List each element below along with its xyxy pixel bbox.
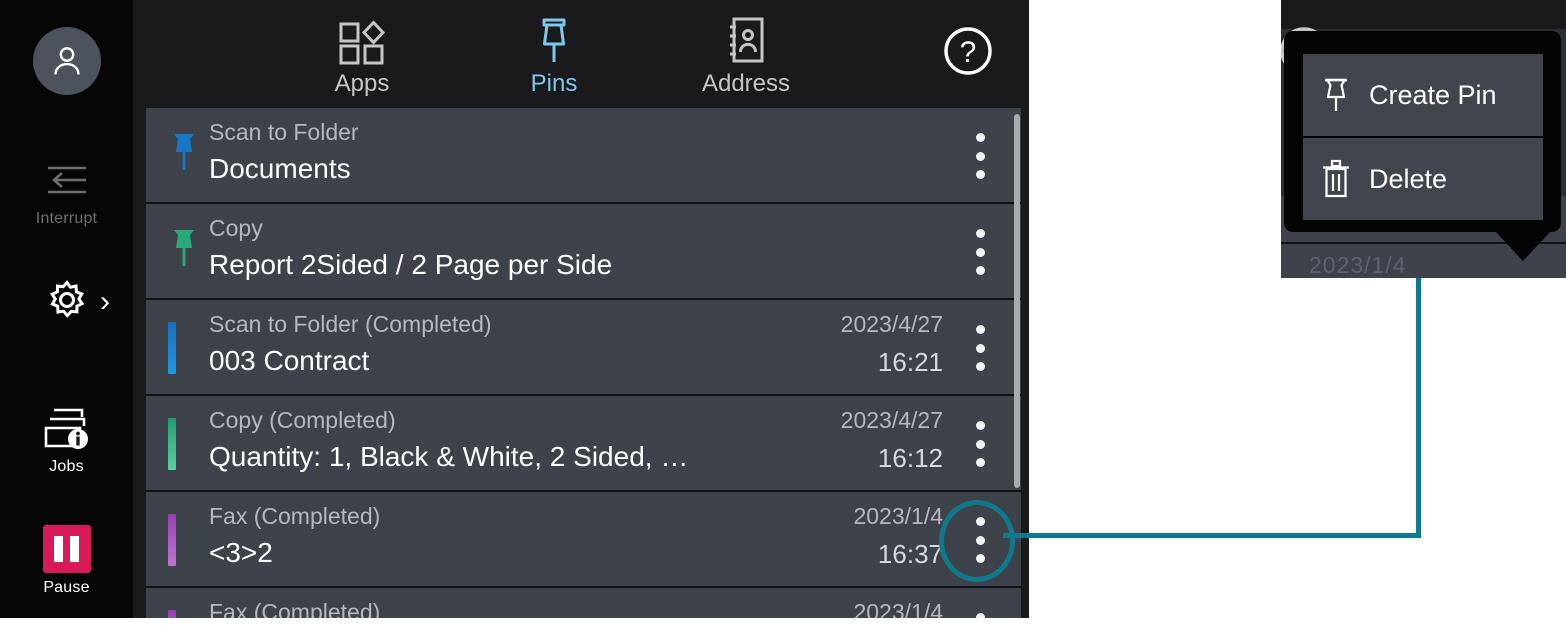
sidebar-item-interrupt[interactable]: Interrupt [0, 152, 133, 228]
sidebar-item-pause[interactable]: Pause [0, 521, 133, 597]
menu-item-create-pin[interactable]: Create Pin [1303, 54, 1543, 136]
list-item[interactable]: Fax (Completed) 2023/1/4 [146, 588, 1021, 618]
status-bar-marker [168, 514, 176, 566]
list-item-meta: 2023/1/4 16:37 [853, 503, 943, 570]
context-menu-arrow [1495, 231, 1551, 261]
list-item[interactable]: Scan to Folder Documents [146, 108, 1021, 204]
pins-job-list[interactable]: Scan to Folder Documents Copy Report 2Si… [146, 108, 1021, 618]
list-item-subtitle: Report 2Sided / 2 Page per Side [209, 249, 911, 281]
list-item-time: 16:21 [841, 347, 943, 378]
list-item-title: Scan to Folder (Completed) [209, 311, 911, 338]
list-item[interactable]: Copy (Completed) Quantity: 1, Black & Wh… [146, 396, 1021, 492]
list-item-date: 2023/4/27 [841, 311, 943, 338]
help-circle-icon: ? [940, 23, 996, 79]
list-item-date: 2023/1/4 [853, 503, 943, 530]
left-sidebar: Interrupt › [0, 0, 133, 618]
list-item-meta: 2023/4/27 16:12 [841, 407, 943, 474]
sidebar-label-jobs: Jobs [0, 458, 133, 476]
apps-icon [287, 14, 437, 66]
gear-icon [0, 272, 133, 328]
address-book-icon [671, 14, 821, 66]
status-bar-marker [168, 610, 176, 618]
list-item-date: 2023/4/27 [841, 407, 943, 434]
menu-item-label: Create Pin [1369, 80, 1497, 111]
top-navigation: Apps Pins [133, 0, 1029, 108]
pin-icon [1303, 75, 1369, 115]
tab-label-address: Address [671, 70, 821, 98]
list-item-title: Scan to Folder [209, 119, 911, 146]
kebab-menu-icon[interactable] [975, 325, 985, 371]
list-item[interactable]: Fax (Completed) <3>2 2023/1/4 16:37 [146, 492, 1021, 588]
status-bar-marker [168, 322, 176, 374]
list-item-title: Fax (Completed) [209, 599, 911, 618]
interrupt-icon [0, 152, 133, 208]
list-item-time: 16:37 [853, 539, 943, 570]
list-item[interactable]: Copy Report 2Sided / 2 Page per Side [146, 204, 1021, 300]
list-item-subtitle: <3>2 [209, 537, 911, 569]
kebab-menu-icon[interactable] [975, 421, 985, 467]
help-button[interactable]: ? [940, 23, 996, 79]
tab-pins[interactable]: Pins [479, 14, 629, 98]
list-item-subtitle: Documents [209, 153, 911, 185]
sidebar-label-interrupt: Interrupt [0, 210, 133, 228]
list-item-title: Copy [209, 215, 911, 242]
list-item[interactable]: Scan to Folder (Completed) 003 Contract … [146, 300, 1021, 396]
list-item-text: Copy Report 2Sided / 2 Page per Side [209, 215, 911, 281]
list-item-text: Copy (Completed) Quantity: 1, Black & Wh… [209, 407, 911, 473]
pin-marker-icon [168, 130, 200, 183]
avatar[interactable] [33, 27, 101, 95]
kebab-menu-icon[interactable] [975, 133, 985, 179]
svg-text:?: ? [960, 36, 977, 69]
list-item-date: 2023/1/4 [853, 599, 943, 618]
tab-address[interactable]: Address [671, 14, 821, 98]
pin-icon [479, 14, 629, 66]
user-icon [49, 43, 85, 79]
list-item-meta: 2023/4/27 16:21 [841, 311, 943, 378]
status-bar-marker [168, 418, 176, 470]
list-scrollbar-thumb[interactable] [1014, 114, 1020, 488]
device-screen: Interrupt › [0, 0, 1029, 618]
trash-icon [1303, 158, 1369, 200]
menu-item-delete[interactable]: Delete [1303, 138, 1543, 220]
list-item-subtitle: Quantity: 1, Black & White, 2 Sided, … [209, 441, 911, 473]
backdrop-row-date: 2023/1/4 [1309, 252, 1407, 278]
context-menu[interactable]: Create Pin Delete [1284, 31, 1561, 232]
tab-label-apps: Apps [287, 70, 437, 98]
list-item-title: Copy (Completed) [209, 407, 911, 434]
sidebar-label-pause: Pause [0, 579, 133, 597]
list-item-text: Scan to Folder (Completed) 003 Contract [209, 311, 911, 377]
menu-item-label: Delete [1369, 164, 1447, 195]
chevron-right-icon[interactable]: › [100, 287, 110, 317]
sidebar-item-jobs[interactable]: Jobs [0, 400, 133, 476]
tab-label-pins: Pins [479, 70, 629, 98]
kebab-menu-icon[interactable] [975, 613, 985, 618]
tab-apps[interactable]: Apps [287, 14, 437, 98]
list-item-text: Scan to Folder Documents [209, 119, 911, 185]
jobs-info-icon [0, 400, 133, 456]
sidebar-item-settings[interactable] [0, 272, 133, 330]
list-item-text: Fax (Completed) [209, 599, 911, 618]
list-item-text: Fax (Completed) <3>2 [209, 503, 911, 569]
list-item-subtitle: 003 Contract [209, 345, 911, 377]
callout-connector-horizontal [1003, 533, 1421, 538]
pin-marker-icon [168, 226, 200, 279]
callout-connector-vertical [1416, 275, 1421, 538]
list-item-meta: 2023/1/4 [853, 599, 943, 618]
pause-icon [0, 521, 133, 577]
kebab-menu-icon[interactable] [975, 229, 985, 275]
list-item-time: 16:12 [841, 443, 943, 474]
callout-highlight-ring [939, 500, 1015, 582]
list-item-title: Fax (Completed) [209, 503, 911, 530]
